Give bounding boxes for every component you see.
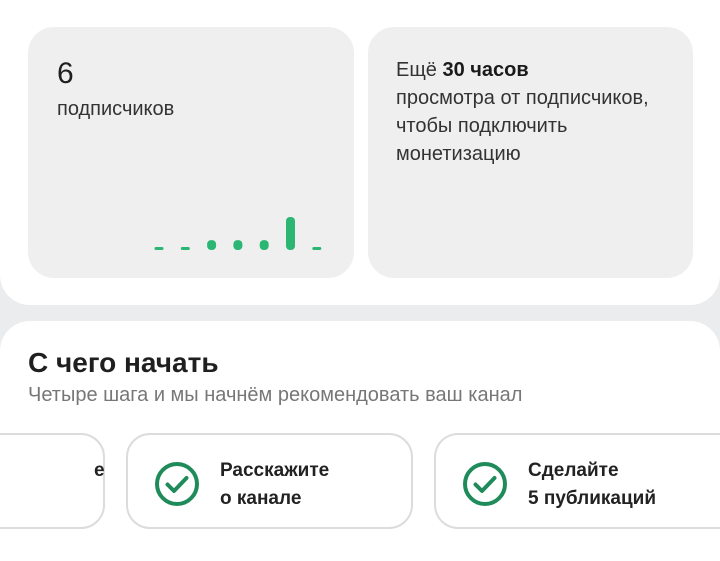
sparkline-bar — [259, 240, 269, 250]
sparkline-bar — [286, 217, 295, 250]
step-label: Расскажите о канале — [220, 457, 329, 513]
step-line-1: Сделайте — [528, 460, 619, 481]
subscribers-sparkline — [154, 217, 322, 250]
monetization-rest: просмотра от подписчиков, чтобы подключи… — [396, 87, 649, 165]
section-title: С чего начать — [28, 347, 219, 378]
check-circle-icon — [155, 462, 199, 506]
check-circle-icon — [463, 462, 507, 506]
step-card-about-channel[interactable]: Расскажите о канале — [126, 433, 413, 529]
monetization-card[interactable]: Ещё 30 часов просмотра от подписчиков, ч… — [368, 27, 693, 278]
sparkline-bar — [154, 247, 164, 250]
sparkline-bar — [312, 247, 322, 250]
step-line-1: е — [94, 460, 105, 481]
step-line-1: Расскажите — [220, 460, 330, 481]
step-card-partial[interactable]: е — [0, 433, 105, 529]
step-line-2: о канале — [220, 488, 302, 509]
section-subtitle: Четыре шага и мы начнём рекомендовать ва… — [28, 384, 523, 406]
stats-panel: 6 подписчиков Ещё 30 часов просмотра от … — [0, 0, 720, 305]
subscribers-card[interactable]: 6 подписчиков — [28, 27, 354, 278]
sparkline-bar — [233, 240, 243, 250]
monetization-hours: 30 часов — [442, 59, 529, 81]
sparkline-bar — [180, 247, 190, 250]
monetization-prefix: Ещё — [396, 59, 443, 81]
getting-started-panel: С чего начать Четыре шага и мы начнём ре… — [0, 321, 720, 561]
step-line-2: 5 публикаций — [528, 488, 657, 509]
step-label: Сделайте 5 публикаций — [528, 457, 656, 513]
monetization-text: Ещё 30 часов просмотра от подписчиков, ч… — [396, 56, 686, 168]
step-label: е — [0, 457, 105, 485]
step-card-publications[interactable]: Сделайте 5 публикаций — [434, 433, 720, 529]
sparkline-bar — [207, 240, 217, 250]
